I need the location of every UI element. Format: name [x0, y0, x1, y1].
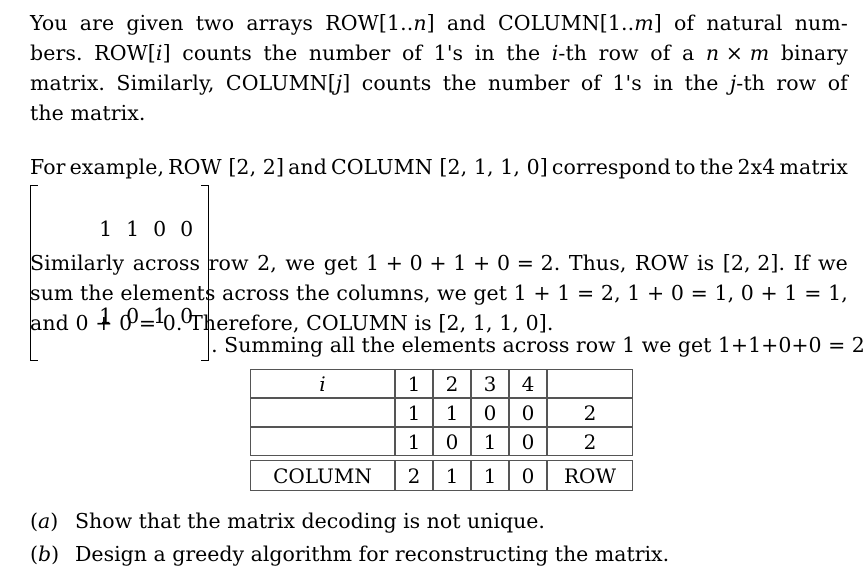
- matrix-cell: 0: [180, 217, 194, 241]
- row-column-table: i 1 2 3 4 1 1 0 0 2 1 0 1 0 2 COLUMN 2 1…: [250, 369, 633, 491]
- table-footer-cell: 0: [509, 460, 547, 491]
- list-item: (a) Show that the matrix decoding is not…: [30, 505, 848, 538]
- list-item-marker: (b): [30, 542, 60, 566]
- table-cell: 1: [395, 398, 433, 427]
- table-cell: 1: [433, 398, 471, 427]
- paragraph-example-line-5: and 0 + 0 = 0. Therefore, COLUMN is [2, …: [30, 311, 554, 335]
- paragraph-example-continued: Similarly across row 2, we get 1 + 0 + 1 + 0 =…: [30, 248, 848, 338]
- table-row-sum: 2: [547, 398, 633, 427]
- matrix-cell: 0: [153, 217, 167, 241]
- table-row: 1 1 0 0 2: [250, 398, 633, 427]
- list-item-text: Show that the matrix decoding is not uni…: [75, 509, 545, 533]
- table-header-row: i 1 2 3 4: [250, 369, 633, 398]
- paragraph-definition-line-2: bers. ROW[i] counts the number of 1's in the i-th…: [30, 41, 848, 65]
- table-row-label: [250, 427, 395, 456]
- table-row: 1 0 1 0 2: [250, 427, 633, 456]
- paragraph-definition-line-3: matrix. Similarly, COLUMN[j] counts the numbe…: [30, 71, 848, 95]
- table-header-corner: [547, 369, 633, 398]
- table-row-label: [250, 398, 395, 427]
- table-header-index: 2: [433, 369, 471, 398]
- table-cell: 0: [471, 398, 509, 427]
- paragraph-example-line-1: For example, ROW [2, 2] and COLUMN [2, 1, 1,…: [30, 155, 848, 179]
- list-item: (b) Design a greedy algorithm for recons…: [30, 538, 848, 571]
- table-footer-sum-label: ROW: [547, 460, 633, 491]
- paragraph-definition-line-4: the matrix.: [30, 101, 146, 125]
- table-cell: 0: [433, 427, 471, 456]
- row-column-table-wrapper: i 1 2 3 4 1 1 0 0 2 1 0 1 0 2 COLUMN 2 1…: [250, 369, 633, 491]
- paragraph-example-line-3: Similarly across row 2, we get 1 + 0 + 1 + 0 =…: [30, 251, 848, 275]
- table-header-label: i: [250, 369, 395, 398]
- table-header-index: 1: [395, 369, 433, 398]
- table-row-sum: 2: [547, 427, 633, 456]
- table-footer-cell: 1: [471, 460, 509, 491]
- paragraph-definition: You are given two arrays ROW[1..n] and COLUMN[1…: [30, 8, 848, 128]
- table-cell: 1: [471, 427, 509, 456]
- paragraph-example-line-4: sum the elements across the columns, we get 1 + …: [30, 281, 848, 305]
- table-footer-cell: 1: [433, 460, 471, 491]
- table-footer-row: COLUMN 2 1 1 0 ROW: [250, 460, 633, 491]
- matrix-cell: 1: [126, 217, 140, 241]
- question-items: (a) Show that the matrix decoding is not…: [30, 505, 848, 571]
- table-header-index: 4: [509, 369, 547, 398]
- table-cell: 0: [509, 427, 547, 456]
- list-item-text: Design a greedy algorithm for reconstruc…: [75, 542, 670, 566]
- table-footer-cell: 2: [395, 460, 433, 491]
- document-page: You are given two arrays ROW[1..n] and COLUMN[1…: [0, 0, 864, 582]
- table-footer-label: COLUMN: [250, 460, 395, 491]
- table-cell: 1: [395, 427, 433, 456]
- table-header-index: 3: [471, 369, 509, 398]
- paragraph-definition-line-1: You are given two arrays ROW[1..n] and COLUMN[1…: [30, 11, 848, 35]
- table-cell: 0: [509, 398, 547, 427]
- matrix-cell: 1: [99, 217, 113, 241]
- paragraph-example: For example, ROW [2, 2] and COLUMN [2, 1, 1,…: [30, 152, 848, 182]
- list-item-marker: (a): [30, 509, 59, 533]
